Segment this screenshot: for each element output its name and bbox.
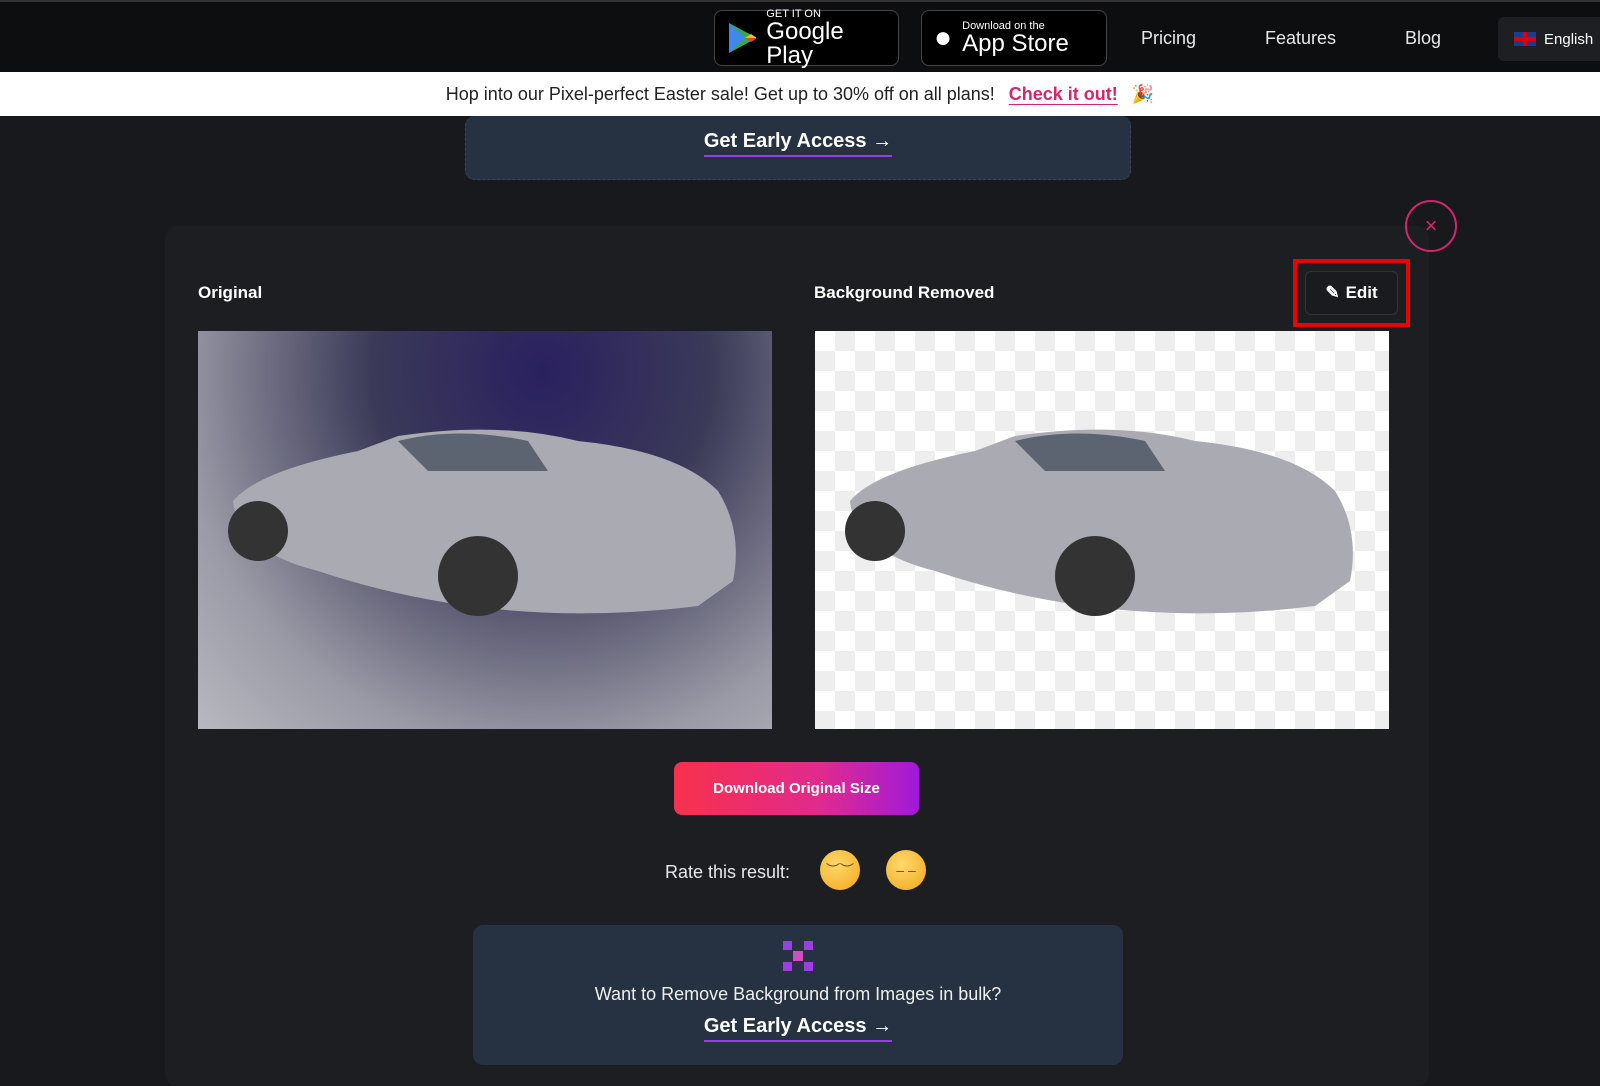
uk-flag-icon <box>1514 32 1536 46</box>
background-removed-image <box>815 331 1389 729</box>
apple-icon: ● <box>934 21 953 54</box>
nav-features[interactable]: Features <box>1265 28 1336 49</box>
sad-face-icon[interactable]: ︶︶ <box>820 850 860 890</box>
top-get-early-access-link[interactable]: Get Early Access → <box>703 130 893 157</box>
close-button[interactable]: × <box>1405 200 1457 252</box>
app-store-big: App Store <box>962 30 1069 57</box>
top-promo: Get Early Access → <box>465 116 1131 180</box>
original-label: Original <box>198 283 263 302</box>
car-image <box>228 429 736 616</box>
edit-button[interactable]: ✎ Edit <box>1305 271 1398 315</box>
check-it-out-link[interactable]: Check it out! <box>1009 84 1118 105</box>
bulk-promo: Want to Remove Background from Images in… <box>473 925 1123 1065</box>
removed-label: Background Removed <box>814 283 995 302</box>
banner-text: Hop into our Pixel-perfect Easter sale! … <box>445 83 995 104</box>
app-store-button[interactable]: ● Download on the App Store <box>921 10 1107 66</box>
neutral-face-icon[interactable]: ‒ ‒ <box>886 850 926 890</box>
top-nav: GET IT ON Google Play ● Download on the Ap… <box>0 0 1600 72</box>
pencil-icon: ✎ <box>1325 283 1340 302</box>
google-play-big: Google Play <box>766 18 844 69</box>
edit-label: Edit <box>1345 283 1378 302</box>
google-play-icon <box>729 23 757 53</box>
bulk-get-early-access-link[interactable]: Get Early Access → <box>703 1015 893 1042</box>
language-label: English <box>1544 30 1594 48</box>
bulk-logo-icon <box>783 941 813 971</box>
car-cutout-image <box>845 429 1353 616</box>
edit-highlight: ✎ Edit <box>1293 259 1410 327</box>
bulk-promo-text: Want to Remove Background from Images in… <box>594 984 1002 1004</box>
original-image <box>198 331 772 729</box>
sale-banner: Hop into our Pixel-perfect Easter sale! … <box>0 72 1600 116</box>
party-icon: 🎉 <box>1131 83 1155 104</box>
nav-pricing[interactable]: Pricing <box>1141 28 1196 49</box>
rate-label: Rate this result: <box>665 862 791 882</box>
close-icon: × <box>1424 213 1438 238</box>
nav-blog[interactable]: Blog <box>1405 28 1441 49</box>
language-selector[interactable]: English <box>1498 17 1600 61</box>
download-original-button[interactable]: Download Original Size <box>674 762 919 815</box>
google-play-button[interactable]: GET IT ON Google Play <box>714 8 899 69</box>
